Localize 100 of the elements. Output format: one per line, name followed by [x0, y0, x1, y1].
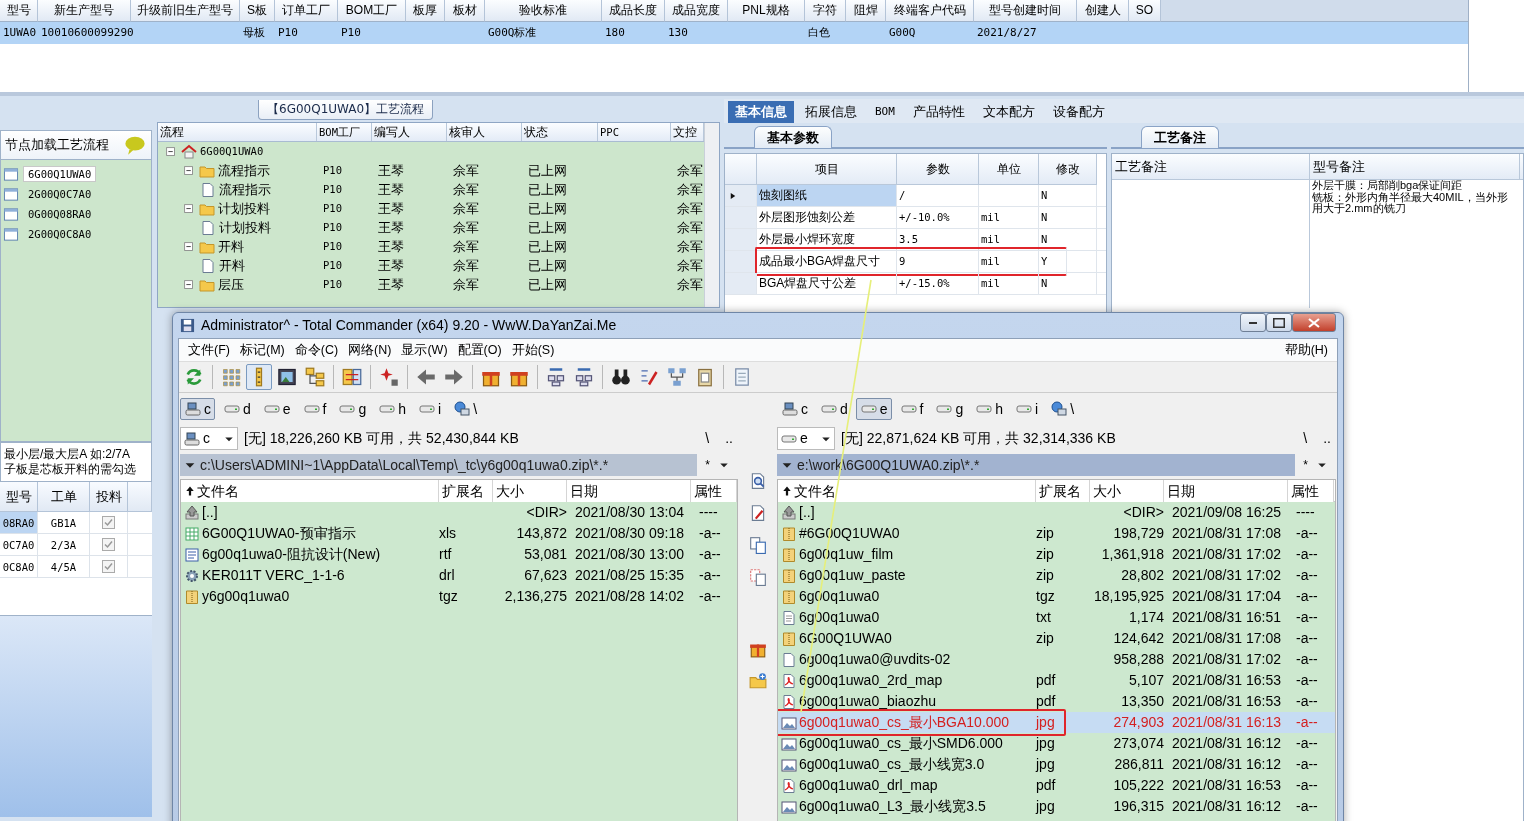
close-button[interactable]	[1292, 313, 1336, 332]
column-header[interactable]: 成品宽度	[665, 0, 728, 22]
column-header[interactable]: 成品长度	[602, 0, 665, 22]
column-header[interactable]: SO	[1129, 0, 1161, 22]
collapse-box-icon[interactable]	[182, 201, 196, 216]
tree-node[interactable]: 计划投料	[219, 219, 271, 236]
tab[interactable]: 工艺备注	[1141, 126, 1219, 148]
column-header[interactable]: 文件名	[778, 480, 1036, 502]
tree-node[interactable]: 0G00Q08RA0	[23, 205, 97, 223]
minimize-button[interactable]	[1240, 313, 1266, 332]
column-header[interactable]: PPC	[598, 123, 671, 141]
column-header[interactable]: 型号备注	[1310, 154, 1520, 179]
file-row[interactable]: 6g00q1uwa0 tgz 18,195,925 2021/08/31 17:04 -a--	[778, 586, 1335, 607]
column-header[interactable]: 编写人	[372, 123, 447, 141]
menu-item[interactable]: 文件(F)	[183, 339, 235, 361]
tree-node[interactable]: 流程指示	[219, 181, 271, 198]
column-header[interactable]: 阻焊	[846, 0, 886, 22]
root-button[interactable]: \	[1298, 430, 1313, 447]
file-row[interactable]: 6g00q1uwa0_L3_最小线宽3.5 jpg 196,315 2021/08/31 16:12 -a--	[778, 796, 1335, 817]
tree-node[interactable]: 流程指示	[218, 162, 270, 179]
drive-button[interactable]: i	[1011, 398, 1043, 420]
column-header[interactable]: 单位	[979, 154, 1039, 185]
column-header[interactable]: 板材	[445, 0, 485, 22]
column-header[interactable]: 型号	[0, 482, 38, 512]
column-header[interactable]: BOM工厂	[317, 123, 372, 141]
file-row[interactable]: 6g00q1uw_paste zip 28,802 2021/08/31 17:02 -a--	[778, 565, 1335, 586]
column-header[interactable]: 创建人	[1077, 0, 1129, 22]
checkbox[interactable]	[102, 516, 115, 529]
checkbox[interactable]	[102, 538, 115, 551]
menu-item[interactable]: 配置(O)	[452, 339, 507, 361]
scrollbar[interactable]	[704, 123, 719, 307]
drive-button[interactable]: d	[816, 398, 852, 420]
tab[interactable]: BOM	[868, 101, 902, 123]
tree-node[interactable]: 6G00Q1UWA0	[200, 145, 264, 158]
column-header[interactable]: BOM工厂	[338, 0, 406, 22]
column-header[interactable]: 状态	[522, 123, 598, 141]
column-header[interactable]: 工单	[38, 482, 90, 512]
table-row[interactable]: 1UWA0 10010600099290 母板 P10 P10 G00Q标准 180 130 白色 G00Q 2021/8/27	[0, 22, 1468, 44]
menu-item[interactable]: 命令(C)	[289, 339, 344, 361]
row-header[interactable]	[725, 185, 757, 206]
drive-button[interactable]: \	[1046, 398, 1079, 420]
collapse-box-icon[interactable]	[164, 144, 178, 159]
tree-node[interactable]: 层压	[218, 276, 244, 293]
drive-button[interactable]: g	[931, 398, 968, 420]
drive-dropdown[interactable]: c	[180, 427, 238, 450]
menu-item[interactable]: 显示(W)	[396, 339, 453, 361]
tab[interactable]: 文本配方	[975, 101, 1042, 123]
path-bar[interactable]: c:\Users\ADMINI~1\AppData\Local\Temp\_tc\y6g00q1uwa0.zip\*.*	[180, 454, 698, 476]
column-header[interactable]: 日期	[567, 480, 691, 502]
drive-button[interactable]: f	[298, 398, 331, 420]
file-row[interactable]: #6G00Q1UWA0 zip 198,729 2021/08/31 17:08 -a--	[778, 523, 1335, 544]
file-row[interactable]: 6g00q1uwa0_biaozhu pdf 13,350 2021/08/31 16:53 -a--	[778, 691, 1335, 712]
column-header[interactable]: 日期	[1164, 480, 1288, 502]
column-header[interactable]: 核审人	[447, 123, 522, 141]
checkbox[interactable]	[102, 560, 115, 573]
drive-button[interactable]: c	[777, 398, 812, 420]
column-header[interactable]: 订单工厂	[275, 0, 338, 22]
column-header[interactable]: PNL规格	[728, 0, 805, 22]
file-row[interactable]: [..] <DIR> 2021/08/30 13:04 ----	[181, 502, 737, 523]
file-row[interactable]: 6g00q1uwa0-阻抗设计(New) rtf 53,081 2021/08/30 13:00 -a--	[181, 544, 737, 565]
tab[interactable]: 设备配方	[1045, 101, 1112, 123]
file-row[interactable]: 6g00q1uwa0_cs_最小BGA10.000 jpg 274,903 2021/08/31 16:13 -a--	[778, 712, 1335, 733]
parent-button[interactable]: ..	[720, 430, 738, 447]
column-header[interactable]: 型号创建时间	[974, 0, 1077, 22]
column-header[interactable]: 修改	[1039, 154, 1097, 185]
tree-node[interactable]: 6G00Q1UWA0	[23, 165, 97, 183]
tab[interactable]: 拓展信息	[798, 101, 864, 123]
drive-button[interactable]: \	[449, 398, 482, 420]
file-row[interactable]: 6g00q1uwa0_cs_最小线宽3.0 jpg 286,811 2021/08/31 16:12 -a--	[778, 754, 1335, 775]
file-row[interactable]: y6g00q1uwa0 tgz 2,136,275 2021/08/28 14:02 -a--	[181, 586, 737, 607]
column-header[interactable]: 工艺备注	[1112, 154, 1310, 179]
path-bar[interactable]: e:\work\6G00Q1UWA0.zip\*.*	[777, 454, 1296, 476]
column-header[interactable]: 新生产型号	[38, 0, 131, 22]
file-row[interactable]: KER011T VERC_1-1-6 drl 67,623 2021/08/25 15:35 -a--	[181, 565, 737, 586]
file-row[interactable]: [..] <DIR> 2021/09/08 16:25 ----	[778, 502, 1335, 523]
parent-button[interactable]: ..	[1318, 430, 1336, 447]
tab[interactable]: 基本信息	[728, 101, 794, 123]
file-row[interactable]: 6g00q1uw_film zip 1,361,918 2021/08/31 17:02 -a--	[778, 544, 1335, 565]
collapse-box-icon[interactable]	[182, 163, 196, 178]
column-header[interactable]: 投料	[90, 482, 128, 512]
column-header[interactable]: 扩展名	[439, 480, 493, 502]
drive-button[interactable]: e	[258, 398, 295, 420]
file-row[interactable]: 6g00q1uwa0_2rd_map pdf 5,107 2021/08/31 16:53 -a--	[778, 670, 1335, 691]
menu-item[interactable]: 网络(N)	[343, 339, 397, 361]
column-header[interactable]: 大小	[1090, 480, 1164, 502]
column-header[interactable]: 流程	[158, 123, 317, 141]
tree-node[interactable]: 2G00Q0C8A0	[23, 225, 97, 243]
column-header[interactable]: 字符	[805, 0, 846, 22]
tree-node[interactable]: 开料	[218, 238, 244, 255]
tab[interactable]: 产品特性	[905, 101, 972, 123]
column-header[interactable]: 升级前旧生产型号	[131, 0, 240, 22]
tab[interactable]: 基本参数	[754, 126, 832, 148]
row-header[interactable]	[725, 251, 757, 272]
tree-node[interactable]: 计划投料	[218, 200, 270, 217]
file-row[interactable]: 6g00q1uwa0_drl_map pdf 105,222 2021/08/31 16:53 -a--	[778, 775, 1335, 796]
column-header[interactable]: 终端客户代码	[886, 0, 974, 22]
menu-item[interactable]: 开始(S)	[506, 339, 560, 361]
maximize-button[interactable]	[1266, 313, 1292, 332]
column-header[interactable]: 文件名	[181, 480, 439, 502]
drive-button[interactable]: h	[374, 398, 411, 420]
